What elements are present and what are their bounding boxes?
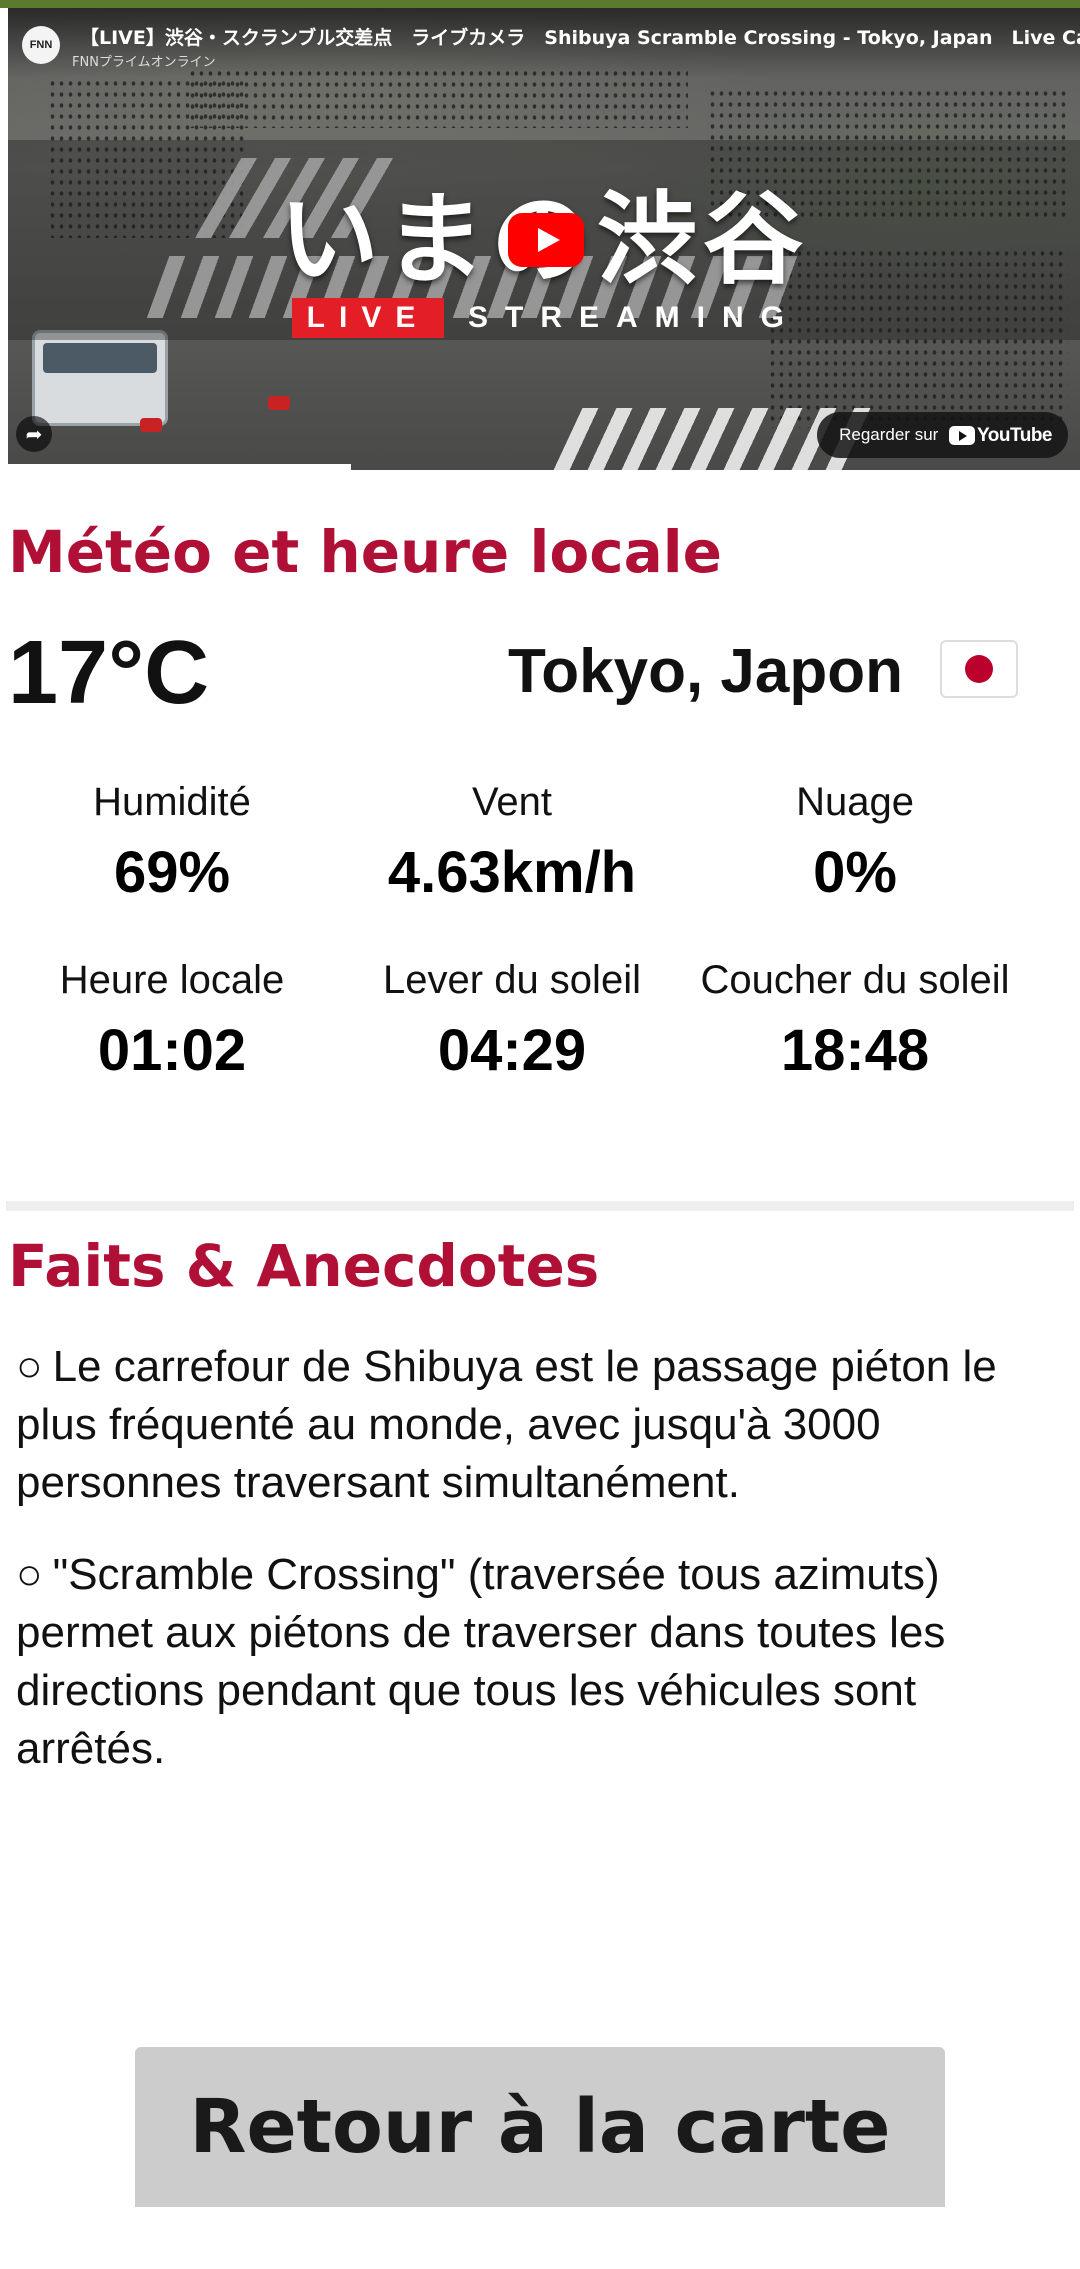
stat-label: Lever du soleil <box>383 958 641 1002</box>
stat-sunset: Coucher du soleil 18:48 <box>685 954 1025 1090</box>
bullet-icon: ○ <box>16 1550 43 1599</box>
fact-item: ○ Le carrefour de Shibuya est le passage … <box>16 1338 1066 1512</box>
location-name: Tokyo, Japon <box>508 637 904 706</box>
video-channel-name: FNNプライムオンライン <box>72 55 216 70</box>
go-kart <box>140 418 162 432</box>
weather-heading: Météo et heure locale <box>8 518 722 586</box>
stat-label: Coucher du soleil <box>700 958 1010 1002</box>
stat-label: Vent <box>471 780 553 824</box>
stat-label: Nuage <box>796 780 914 824</box>
facts-heading: Faits & Anecdotes <box>8 1232 600 1300</box>
stat-value: 18:48 <box>780 1018 930 1083</box>
temperature-value: 17°C <box>8 623 210 723</box>
stat-local-time: Heure locale 01:02 <box>2 954 342 1090</box>
stat-humidity: Humidité 69% <box>2 776 342 912</box>
fact-item: ○ "Scramble Crossing" (traversée tous azi… <box>16 1546 1066 1778</box>
share-icon[interactable]: ➦ <box>16 416 52 452</box>
youtube-brand-label: YouTube <box>977 424 1052 446</box>
stat-value: 4.63km/h <box>387 840 637 905</box>
stat-value: 04:29 <box>437 1018 587 1083</box>
watch-on-youtube-button[interactable]: Regarder sur YouTube <box>817 412 1068 458</box>
watch-on-label: Regarder sur <box>839 425 939 444</box>
fact-text: Le carrefour de Shibuya est le passage p… <box>16 1342 997 1507</box>
stat-value: 01:02 <box>97 1018 247 1083</box>
facts-list: ○ Le carrefour de Shibuya est le passage … <box>16 1338 1066 1812</box>
section-divider <box>6 1201 1074 1211</box>
stat-wind: Vent 4.63km/h <box>342 776 682 912</box>
bus <box>32 330 168 426</box>
youtube-logo-icon: YouTube <box>949 412 1052 459</box>
stat-clouds: Nuage 0% <box>685 776 1025 912</box>
fact-text: "Scramble Crossing" (traversée tous azim… <box>16 1550 946 1773</box>
video-progress-bar[interactable] <box>8 464 352 470</box>
top-accent-strip <box>0 0 1080 8</box>
stat-label: Humidité <box>93 780 251 824</box>
stat-sunrise: Lever du soleil 04:29 <box>342 954 682 1090</box>
channel-logo[interactable]: FNN <box>22 26 60 64</box>
video-title[interactable]: 【LIVE】渋谷・スクランブル交差点 ライブカメラ Shibuya Scramb… <box>80 23 1080 50</box>
live-badge: LIVE <box>292 298 444 338</box>
back-to-map-button[interactable]: Retour à la carte <box>135 2047 945 2207</box>
streaming-label: STREAMING <box>468 301 801 334</box>
stat-value: 69% <box>113 840 231 905</box>
youtube-play-icon[interactable] <box>508 213 584 267</box>
go-kart <box>268 396 290 410</box>
bullet-icon: ○ <box>16 1342 43 1391</box>
japan-flag-icon <box>940 640 1018 698</box>
youtube-video-player[interactable]: FNN 【LIVE】渋谷・スクランブル交差点 ライブカメラ Shibuya Sc… <box>8 8 1080 470</box>
stat-value: 0% <box>813 840 897 905</box>
stat-label: Heure locale <box>59 958 285 1002</box>
